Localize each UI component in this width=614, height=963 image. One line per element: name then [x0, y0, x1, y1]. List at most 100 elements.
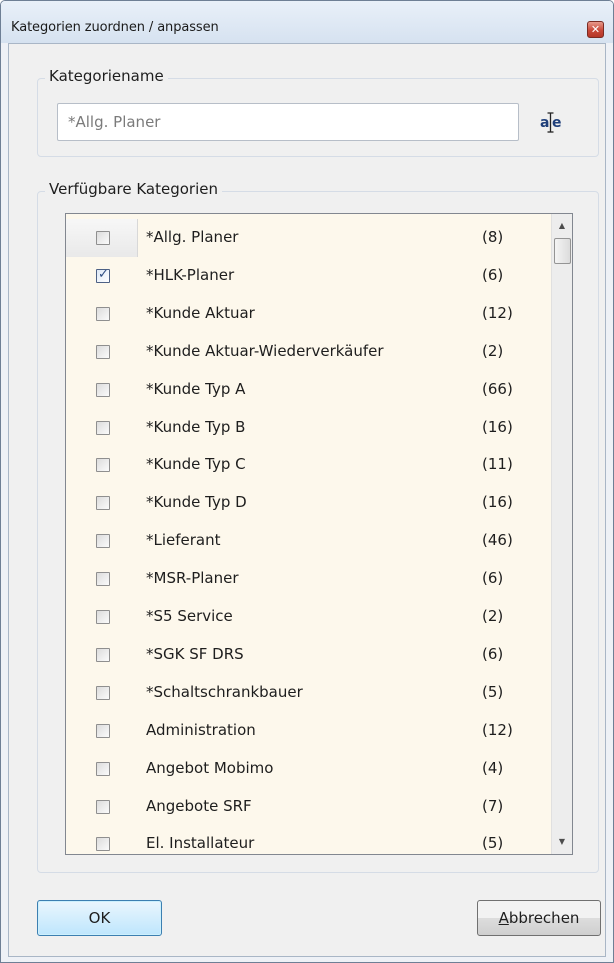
category-row[interactable]: *Kunde Aktuar-Wiederverkäufer (2) [66, 333, 552, 371]
category-list[interactable]: El. Installateur (5) Angebote SRF (7) Angebo… [65, 213, 573, 855]
category-name: *SGK SF DRS [146, 644, 244, 663]
category-name: *Kunde Aktuar [146, 303, 255, 322]
category-count: (6) [482, 569, 504, 588]
category-name: *MSR-Planer [146, 569, 239, 588]
category-checkbox[interactable] [96, 723, 110, 738]
category-name: *HLK-Planer [146, 265, 235, 284]
category-count: (16) [482, 493, 513, 512]
close-icon[interactable]: ✕ [587, 21, 604, 38]
dialog-window: Kategorien zuordnen / anpassen ✕ Kategor… [0, 0, 614, 963]
category-name: *Kunde Typ A [146, 379, 246, 398]
category-count: (2) [482, 607, 504, 625]
window-title: Kategorien zuordnen / anpassen [11, 20, 219, 35]
checkbox-cell [66, 674, 138, 712]
category-row[interactable]: ✓ *HLK-Planer (6) [66, 257, 552, 295]
category-name: *S5 Service [146, 607, 233, 625]
checkbox-cell [66, 598, 138, 636]
category-row[interactable]: *Schaltschrankbauer (5) [66, 674, 552, 712]
category-name: Angebote SRF [146, 796, 252, 815]
category-name-input[interactable] [57, 103, 519, 141]
checkbox-cell [66, 750, 138, 788]
category-checkbox[interactable] [96, 534, 110, 549]
title-bar[interactable]: Kategorien zuordnen / anpassen ✕ [1, 1, 613, 43]
category-name: Administration [146, 720, 256, 739]
category-row[interactable]: El. Installateur (5) [66, 825, 552, 854]
category-count: (7) [482, 796, 504, 815]
category-checkbox[interactable] [96, 458, 110, 473]
checkbox-cell [66, 333, 138, 371]
category-name: *Kunde Typ C [146, 455, 246, 474]
category-count: (16) [482, 417, 513, 436]
checkbox-cell [66, 219, 138, 257]
category-checkbox[interactable] [96, 420, 110, 435]
category-row[interactable]: Angebote SRF (7) [66, 788, 552, 826]
cancel-label-rest: bbrechen [508, 909, 580, 927]
category-name: *Allg. Planer [146, 228, 239, 246]
category-row[interactable]: Angebot Mobimo (4) [66, 750, 552, 788]
category-count: (12) [482, 720, 513, 739]
category-count: (46) [482, 531, 513, 550]
cancel-mnemonic: A [498, 909, 509, 927]
category-row[interactable]: *SGK SF DRS (6) [66, 636, 552, 674]
category-name: *Lieferant [146, 531, 221, 550]
category-checkbox[interactable] [96, 231, 110, 245]
category-checkbox[interactable] [96, 306, 110, 321]
category-row[interactable]: *Kunde Typ C (11) [66, 446, 552, 484]
category-checkbox[interactable] [96, 496, 110, 511]
checkbox-cell [66, 409, 138, 447]
category-checkbox[interactable] [96, 837, 110, 852]
category-checkbox[interactable] [96, 610, 110, 624]
category-row[interactable]: *Kunde Typ A (66) [66, 371, 552, 409]
category-checkbox[interactable] [96, 572, 110, 587]
category-row[interactable]: *Lieferant (46) [66, 522, 552, 560]
category-checkbox[interactable] [96, 685, 110, 700]
category-name: *Kunde Typ D [146, 493, 247, 512]
checkbox-cell [66, 446, 138, 484]
category-count: (11) [482, 455, 513, 474]
category-name: *Kunde Aktuar-Wiederverkäufer [146, 341, 384, 360]
checkbox-cell [66, 484, 138, 522]
category-row[interactable]: *Kunde Aktuar (12) [66, 295, 552, 333]
category-count: (8) [482, 228, 504, 246]
category-row[interactable]: *Allg. Planer (8) [66, 219, 552, 257]
scroll-down-icon[interactable]: ▼ [552, 832, 572, 852]
category-checkbox[interactable] [96, 344, 110, 359]
svg-text:e: e [552, 115, 562, 131]
category-checkbox[interactable] [96, 382, 110, 397]
category-checkbox[interactable] [96, 647, 110, 662]
category-row[interactable]: Administration (12) [66, 712, 552, 750]
checkbox-cell [66, 825, 138, 854]
category-checkbox[interactable]: ✓ [96, 266, 110, 283]
category-count: (4) [482, 758, 504, 777]
checkmark-icon: ✓ [98, 266, 109, 282]
scrollbar-thumb[interactable] [554, 238, 571, 264]
category-row[interactable]: *MSR-Planer (6) [66, 560, 552, 598]
rename-text-icon[interactable]: a e [539, 109, 565, 135]
category-name: El. Installateur [146, 834, 255, 853]
category-name: *Schaltschrankbauer [146, 682, 303, 701]
checkbox-cell [66, 522, 138, 560]
category-name-legend: Kategoriename [45, 67, 168, 85]
scroll-up-icon[interactable]: ▲ [552, 216, 572, 236]
checkbox-cell [66, 712, 138, 750]
category-checkbox[interactable] [96, 761, 110, 776]
category-row[interactable]: *Kunde Typ B (16) [66, 409, 552, 447]
category-count: (6) [482, 644, 504, 663]
category-count: (12) [482, 303, 513, 322]
category-count: (5) [482, 682, 504, 701]
category-checkbox[interactable] [96, 799, 110, 814]
cancel-button[interactable]: Abbrechen [477, 900, 601, 936]
category-count: (6) [482, 265, 504, 284]
checkbox-cell [66, 295, 138, 333]
available-categories-legend: Verfügbare Kategorien [45, 180, 222, 198]
vertical-scrollbar[interactable]: ▲ ▼ [551, 214, 572, 854]
category-count: (5) [482, 834, 504, 853]
checkbox-cell [66, 560, 138, 598]
svg-text:a: a [540, 115, 549, 131]
ok-button[interactable]: OK [37, 900, 162, 936]
category-name: Angebot Mobimo [146, 758, 274, 777]
category-row[interactable]: *Kunde Typ D (16) [66, 484, 552, 522]
category-count: (66) [482, 379, 513, 398]
category-row[interactable]: *S5 Service (2) [66, 598, 552, 636]
checkbox-cell [66, 371, 138, 409]
